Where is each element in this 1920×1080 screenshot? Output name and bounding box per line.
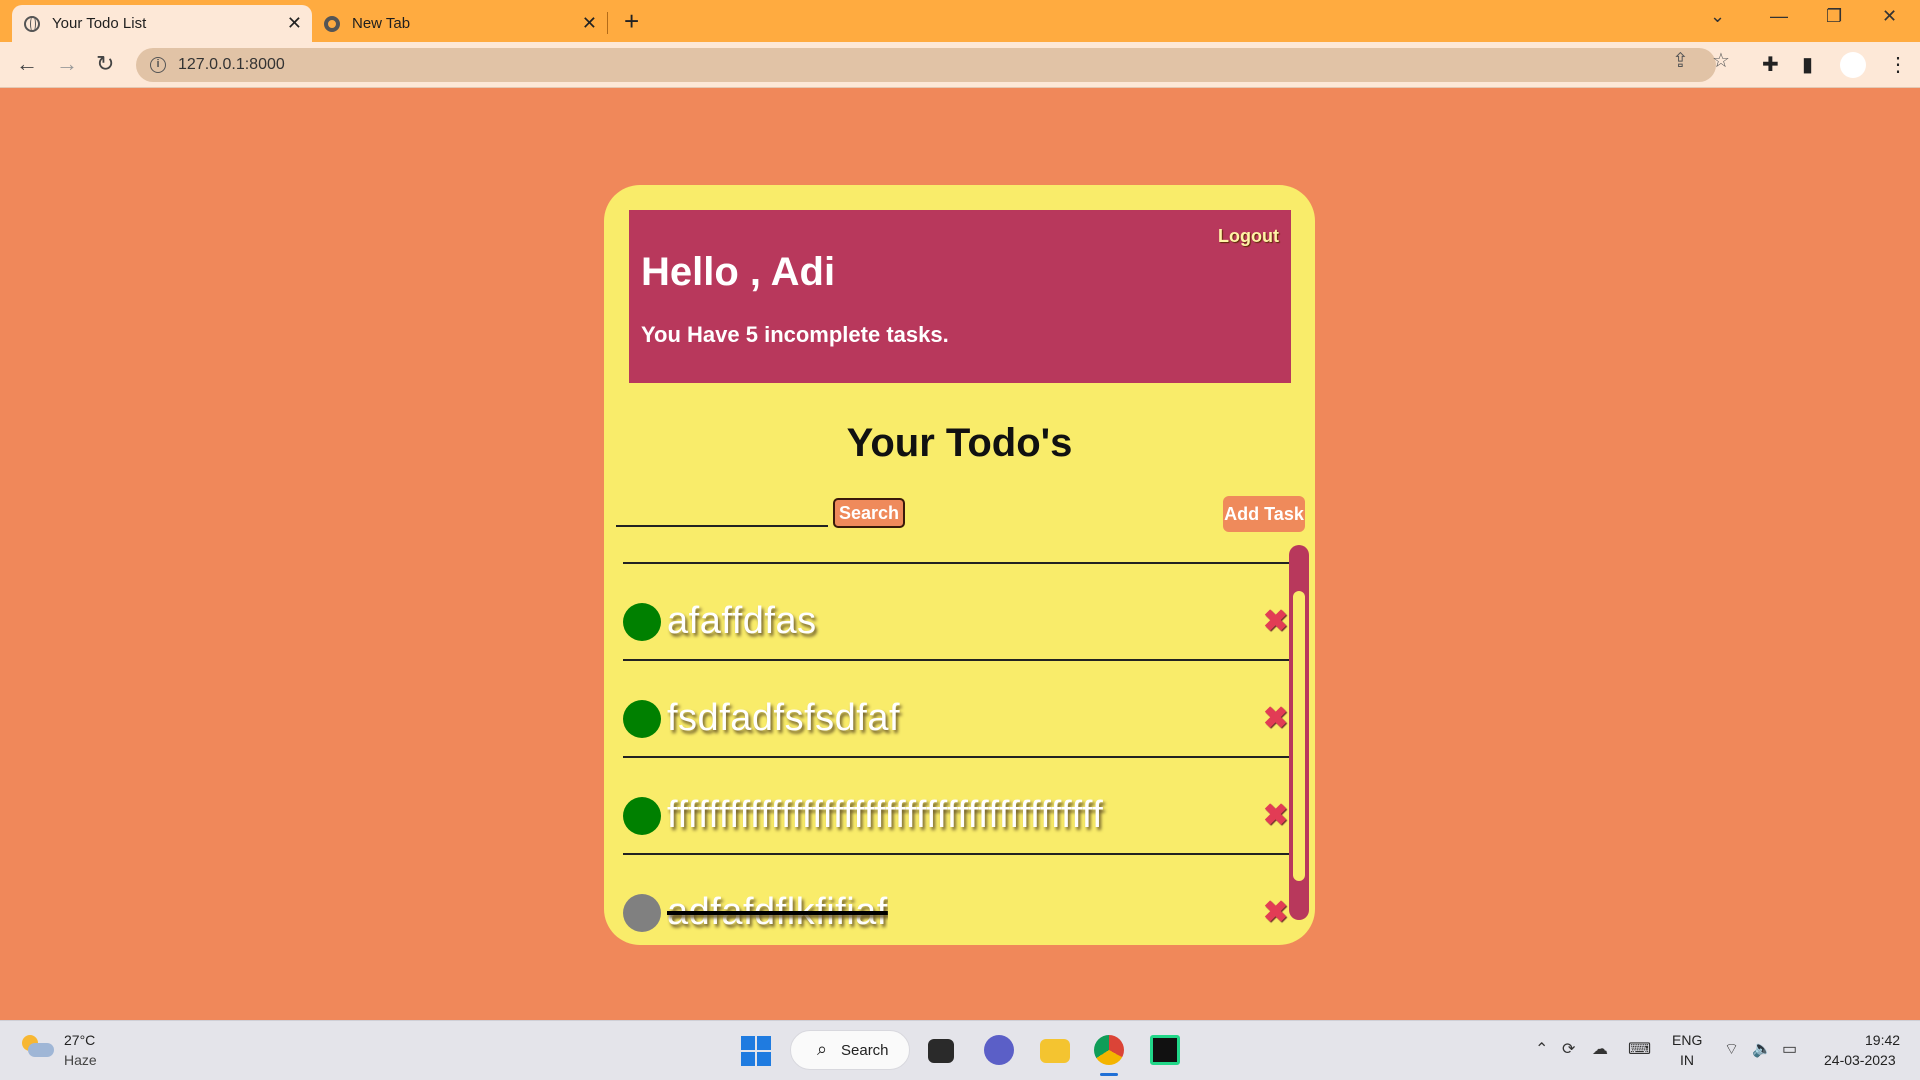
browser-toolbar: ← → ↻ i 127.0.0.1:8000 ⇪ ☆ ✚ ▮ ⋮ [0, 42, 1920, 88]
clock-time[interactable]: 19:42 [1865, 1032, 1900, 1048]
bookmark-star-icon[interactable]: ☆ [1712, 48, 1730, 73]
share-icon[interactable]: ⇪ [1672, 48, 1689, 73]
close-icon[interactable]: ✕ [287, 14, 302, 32]
add-task-button[interactable]: Add Task [1223, 496, 1305, 532]
new-tab-button[interactable]: + [624, 7, 639, 35]
restore-icon[interactable]: ❐ [1826, 6, 1842, 27]
incomplete-count-text: You Have 5 incomplete tasks. [641, 322, 949, 347]
browser-tab-strip: Your Todo List ✕ New Tab ✕ + ⌄ — ❐ ✕ [0, 0, 1920, 42]
search-icon: ⌕ [817, 1039, 828, 1059]
pycharm-icon[interactable] [1150, 1035, 1180, 1065]
volume-icon[interactable]: 🔈 [1752, 1039, 1772, 1059]
address-bar[interactable]: i 127.0.0.1:8000 [136, 48, 1716, 82]
back-arrow-icon[interactable]: ← [16, 50, 38, 78]
profile-avatar[interactable] [1840, 52, 1866, 78]
chrome-icon [324, 15, 340, 32]
extensions-icon[interactable]: ✚ [1762, 52, 1779, 77]
tab-separator [607, 12, 608, 34]
url-text[interactable]: 127.0.0.1:8000 [178, 56, 285, 74]
window-close-icon[interactable]: ✕ [1882, 6, 1897, 27]
delete-x-icon[interactable]: ✖ [1263, 895, 1288, 930]
weather-haze-icon[interactable] [22, 1035, 54, 1059]
delete-x-icon[interactable]: ✖ [1263, 798, 1288, 833]
info-icon[interactable]: i [150, 57, 166, 73]
tab-search-chevron-icon[interactable]: ⌄ [1710, 6, 1725, 27]
tab-new-tab[interactable]: New Tab ✕ [312, 5, 607, 42]
keyboard-icon[interactable]: ⌨ [1628, 1039, 1651, 1059]
language-indicator[interactable]: ENG [1672, 1032, 1702, 1048]
weather-condition[interactable]: Haze [64, 1052, 97, 1068]
task-title-completed[interactable]: adfafdflkfifiaf [667, 891, 888, 934]
task-row[interactable]: ffffffffffffffffffffffffffffffffffffffff… [623, 758, 1289, 855]
sync-icon[interactable]: ⟳ [1562, 1039, 1575, 1059]
todo-card: Logout Hello , Adi You Have 5 incomplete… [604, 185, 1315, 945]
incomplete-status-dot [623, 700, 661, 738]
active-app-indicator [1100, 1073, 1118, 1076]
region-indicator[interactable]: IN [1680, 1052, 1694, 1068]
greeting-header: Logout Hello , Adi You Have 5 incomplete… [629, 210, 1291, 383]
scrollbar-thumb[interactable] [1293, 591, 1305, 881]
task-row[interactable]: adfafdflkfifiaf ✖ [623, 855, 1289, 945]
task-title[interactable]: afaffdfas [667, 600, 1222, 643]
incomplete-status-dot [623, 603, 661, 641]
search-input[interactable] [616, 497, 828, 527]
close-icon[interactable]: ✕ [582, 14, 597, 32]
file-explorer-icon[interactable] [1040, 1039, 1070, 1063]
task-row[interactable]: fsdfadfsfsdfaf ✖ [623, 661, 1289, 758]
incomplete-status-dot [623, 797, 661, 835]
taskbar-search-label: Search [841, 1042, 889, 1059]
globe-icon [24, 15, 40, 32]
list-title: Your Todo's [846, 421, 1073, 465]
delete-x-icon[interactable]: ✖ [1263, 701, 1288, 736]
clock-date[interactable]: 24-03-2023 [1824, 1052, 1896, 1068]
onedrive-cloud-icon[interactable]: ☁ [1592, 1039, 1608, 1059]
delete-x-icon[interactable]: ✖ [1263, 604, 1288, 639]
tab-title: Your Todo List [52, 15, 147, 32]
chevron-up-icon[interactable]: ⌃ [1535, 1039, 1548, 1059]
menu-kebab-icon[interactable]: ⋮ [1888, 52, 1908, 77]
greeting-heading: Hello , Adi [641, 250, 836, 294]
windows-taskbar: 27°C Haze ⌕ Search ⌃ ⟳ ☁ ⌨ ENG IN ⌔ 🔈 ▭ … [0, 1020, 1920, 1080]
task-list: afaffdfas ✖ fsdfadfsfsdfaf ✖ fffffffffff… [623, 562, 1289, 945]
taskbar-search[interactable]: ⌕ Search [790, 1030, 910, 1070]
windows-start-icon[interactable] [741, 1036, 771, 1066]
forward-arrow-icon[interactable]: → [56, 50, 78, 78]
reload-icon[interactable]: ↻ [96, 50, 114, 78]
weather-temperature[interactable]: 27°C [64, 1032, 95, 1048]
task-title[interactable]: fsdfadfsfsdfaf [667, 697, 1222, 740]
search-button[interactable]: Search [833, 498, 905, 528]
task-row[interactable]: afaffdfas ✖ [623, 564, 1289, 661]
task-title[interactable]: ffffffffffffffffffffffffffffffffffffffff… [667, 794, 1222, 837]
minimize-icon[interactable]: — [1770, 6, 1788, 27]
side-panel-icon[interactable]: ▮ [1802, 52, 1813, 77]
logout-link[interactable]: Logout [1218, 226, 1279, 247]
complete-status-dot [623, 894, 661, 932]
wifi-icon[interactable]: ⌔ [1724, 1039, 1739, 1059]
tab-title: New Tab [352, 15, 411, 32]
battery-icon[interactable]: ▭ [1782, 1039, 1797, 1059]
chrome-icon[interactable] [1094, 1035, 1124, 1065]
task-view-icon[interactable] [928, 1039, 954, 1063]
tab-your-todo-list[interactable]: Your Todo List ✕ [12, 5, 312, 42]
teams-chat-icon[interactable] [984, 1035, 1014, 1065]
task-list-scrollbar[interactable] [1289, 545, 1309, 920]
